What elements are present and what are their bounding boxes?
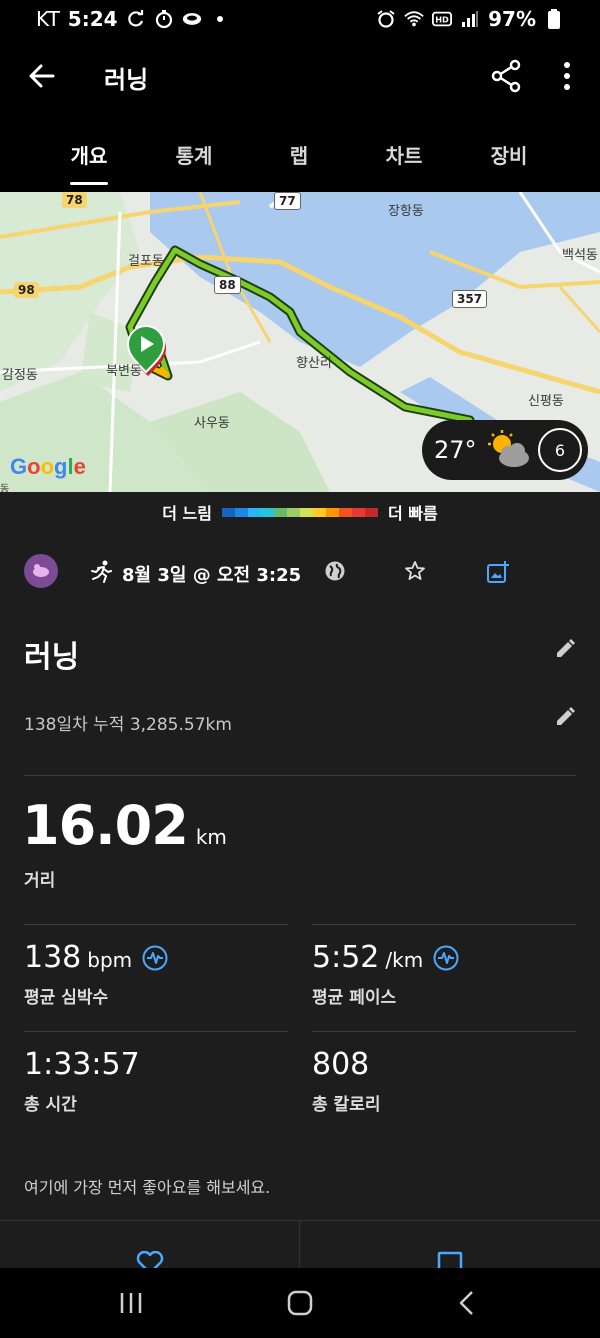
activity-datetime: 8월 3일 @ 오전 3:25 [122,565,302,586]
distance-value: 16.02 km [22,794,227,857]
edit-cumulative-icon[interactable] [554,706,576,728]
google-logo: Google [10,454,86,479]
signal-icon [460,9,480,29]
duration-label: 총 시간 [24,1095,77,1115]
pace-value: 5:52 [312,940,380,975]
social-actions [0,1220,600,1275]
avatar[interactable] [24,554,58,588]
tab-indicator [70,182,108,185]
timer-icon [154,9,174,29]
calories-label: 총 칼로리 [312,1095,381,1115]
heart-rate-stat[interactable]: 138 bpm 평균 심박수 [24,940,168,1008]
partly-cloudy-icon [488,430,529,467]
divider [24,1031,288,1032]
road-shield-88: 88 [214,276,241,294]
dot-icon [210,9,230,29]
svg-text:HD: HD [435,15,449,25]
calories-stat: 808 총 칼로리 [312,1047,380,1115]
tab-stats[interactable]: 통계 [144,140,244,169]
heart-rate-unit: bpm [87,948,133,972]
map-label-gamjeong: 감정동 [2,368,38,383]
status-bar: KT 5:24 HD 97% [0,0,600,38]
map-label-geolpo: 걸포동 [128,254,164,269]
activity-title: 러닝 [24,640,80,675]
uv-index: 6 [538,428,582,472]
map-label-sinpyeong: 신평동 [528,394,564,409]
pace-label: 평균 페이스 [312,988,397,1008]
pace-legend: 더 느림 더 빠름 [0,492,600,532]
app-bar: 러닝 [0,38,600,114]
home-icon[interactable] [285,1288,315,1318]
samsung-icon [182,9,202,29]
recents-icon[interactable] [116,1288,146,1318]
weather-badge[interactable]: 27° 6 [422,420,588,480]
activity-card: 8월 3일 @ 오전 3:25 러닝 138일차 누적 3,285.57km 1… [0,532,600,1275]
more-vertical-icon [564,62,570,90]
share-icon [491,59,521,93]
route-map[interactable]: 장항동 백석동 걸포동 향산리 감정동 북변동 사우동 신평동 동 78 98 … [0,192,600,492]
page-title: 러닝 [104,66,149,94]
distance-label: 거리 [24,871,56,891]
road-shield-77: 77 [274,192,301,210]
pace-stat[interactable]: 5:52 /km 평균 페이스 [312,940,459,1008]
duration-value: 1:33:57 [24,1047,140,1082]
road-shield-357: 357 [452,290,488,308]
divider [312,1031,576,1032]
map-label-bukbyeon: 북변동 [106,364,142,379]
distance-number: 16.02 [22,794,189,857]
pulse-icon[interactable] [433,945,459,971]
back-button[interactable] [24,58,60,94]
pace-unit: /km [385,948,424,972]
tab-laps[interactable]: 랩 [249,140,349,169]
activity-meta-row: 8월 3일 @ 오전 3:25 [24,554,576,590]
alarm-icon [376,9,396,29]
tab-overview[interactable]: 개요 [39,140,139,169]
arrow-left-icon [29,64,55,88]
map-label-hyangsan: 향산리 [296,356,332,371]
globe-icon[interactable] [324,560,346,582]
back-nav-icon[interactable] [452,1288,482,1318]
pace-gradient [222,507,378,517]
tab-bar: 개요 통계 랩 차트 장비 [0,114,600,192]
carrier-label: KT [36,7,60,31]
tab-charts[interactable]: 차트 [354,140,454,169]
map-label-janghang: 장항동 [388,204,424,219]
weather-temperature: 27° [434,436,477,464]
calories-value: 808 [312,1047,370,1082]
uv-value: 6 [554,440,566,460]
heart-rate-value: 138 [24,940,82,975]
star-icon[interactable] [404,560,426,582]
wifi-icon [404,9,424,29]
pulse-icon[interactable] [142,945,168,971]
hd-icon: HD [432,9,453,29]
edit-title-icon[interactable] [554,638,576,660]
system-nav-bar [0,1268,600,1338]
running-icon [91,560,112,583]
more-options-button[interactable] [552,58,582,94]
road-shield-78: 78 [62,192,87,208]
battery-percent: 97% [488,7,536,31]
divider [24,924,288,925]
divider [312,924,576,925]
status-time: 5:24 [67,7,118,31]
map-label-baekseok: 백석동 [562,248,598,263]
kudos-prompt: 여기에 가장 먼저 좋아요를 해보세요. [24,1178,271,1197]
map-label-sawoo: 사우동 [194,416,230,431]
battery-icon [544,9,564,29]
legend-fast-label: 더 빠름 [388,504,438,523]
heart-rate-label: 평균 심박수 [24,988,109,1008]
duration-stat: 1:33:57 총 시간 [24,1047,140,1115]
share-button[interactable] [488,58,524,94]
sync-icon [126,9,146,29]
tab-gear[interactable]: 장비 [459,140,559,169]
legend-slow-label: 더 느림 [162,504,212,523]
divider [24,775,576,776]
add-photo-icon[interactable] [486,560,510,584]
cumulative-distance: 138일차 누적 3,285.57km [24,715,232,735]
road-shield-98: 98 [14,282,39,298]
map-label-edge: 동 [0,484,10,492]
distance-unit: km [195,825,227,849]
divider [299,1221,300,1269]
